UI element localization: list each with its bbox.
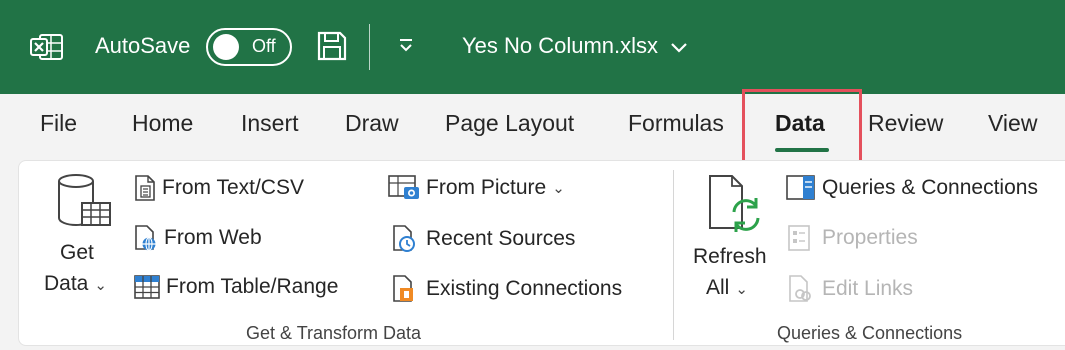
autosave-toggle[interactable]: Off — [206, 28, 292, 66]
from-text-csv-button[interactable]: From Text/CSV — [134, 175, 304, 201]
tab-insert[interactable]: Insert — [241, 110, 299, 137]
title-bar: AutoSave Off Yes No Column.xlsx — [0, 0, 1065, 94]
table-icon — [134, 275, 160, 299]
existing-connections-icon — [393, 275, 413, 302]
text-file-icon — [135, 175, 155, 201]
chevron-down-icon[interactable]: ⌄ — [552, 179, 565, 197]
from-web-label: From Web — [164, 226, 262, 249]
existing-connections-button[interactable]: Existing Connections — [388, 275, 622, 303]
existing-connections-label: Existing Connections — [426, 277, 623, 300]
tab-formulas[interactable]: Formulas — [628, 110, 724, 137]
get-data-label-2: Data ⌄ — [44, 272, 107, 295]
database-icon — [56, 172, 112, 239]
data-tab-highlight — [742, 89, 862, 170]
tab-view[interactable]: View — [988, 110, 1037, 137]
properties-button[interactable]: Properties — [786, 225, 918, 251]
tab-file[interactable]: File — [40, 110, 77, 137]
ribbon-tabs: File Home Insert Draw Page Layout Formul… — [0, 94, 1065, 156]
recent-sources-label: Recent Sources — [426, 227, 576, 250]
file-name[interactable]: Yes No Column.xlsx — [462, 33, 658, 59]
from-table-range-button[interactable]: From Table/Range — [134, 275, 338, 299]
customize-quick-access-icon[interactable] — [395, 34, 417, 56]
picture-icon — [388, 175, 419, 199]
properties-label: Properties — [822, 226, 918, 249]
queries-connections-label: Queries & Connections — [822, 176, 1038, 199]
autosave-state: Off — [252, 36, 276, 56]
edit-links-button[interactable]: Edit Links — [786, 275, 913, 303]
tab-draw[interactable]: Draw — [345, 110, 399, 137]
refresh-label-2: All ⌄ — [706, 276, 748, 299]
edit-links-icon — [789, 275, 811, 302]
excel-icon[interactable] — [30, 32, 64, 62]
refresh-icon — [706, 172, 766, 241]
queries-connections-button[interactable]: Queries & Connections — [786, 175, 1038, 201]
group-separator — [673, 170, 674, 340]
from-picture-button[interactable]: From Picture ⌄ — [388, 175, 565, 201]
group-label-queries-connections: Queries & Connections — [777, 323, 963, 343]
autosave-label: AutoSave — [95, 33, 191, 58]
recent-sources-button[interactable]: Recent Sources — [388, 225, 575, 253]
tab-review[interactable]: Review — [868, 110, 943, 137]
chevron-down-icon[interactable] — [668, 36, 690, 58]
recent-sources-icon — [393, 225, 415, 252]
web-page-icon — [135, 225, 156, 251]
from-web-button[interactable]: From Web — [134, 225, 262, 251]
from-text-csv-label: From Text/CSV — [162, 176, 304, 199]
tab-home[interactable]: Home — [132, 110, 193, 137]
from-picture-label: From Picture — [426, 176, 547, 199]
from-table-range-label: From Table/Range — [166, 275, 339, 298]
save-icon[interactable] — [316, 30, 348, 62]
queries-pane-icon — [786, 175, 815, 200]
chevron-down-icon: ⌄ — [735, 281, 748, 298]
titlebar-divider — [369, 24, 370, 70]
properties-icon — [788, 225, 810, 251]
group-label-get-transform: Get & Transform Data — [246, 323, 422, 343]
chevron-down-icon: ⌄ — [94, 277, 107, 294]
edit-links-label: Edit Links — [822, 277, 914, 300]
toggle-knob — [213, 34, 239, 60]
tab-page-layout[interactable]: Page Layout — [445, 110, 574, 137]
refresh-label-1: Refresh — [693, 245, 767, 268]
get-data-label-1: Get — [60, 241, 94, 264]
